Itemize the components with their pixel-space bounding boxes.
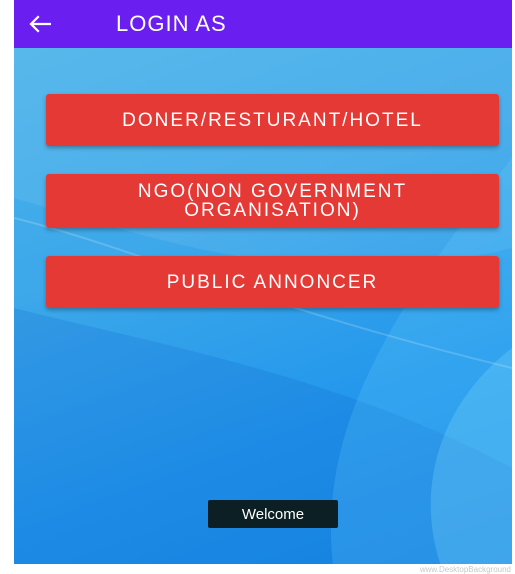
ngo-login-button[interactable]: NGO(NON GOVERNMENT ORGANISATION)	[46, 174, 499, 228]
back-button[interactable]	[14, 0, 66, 48]
phone-screen: LOGIN AS DONER/RESTURANT/HOTEL NGO(NON G…	[14, 0, 512, 574]
watermark-text: www.DesktopBackground	[419, 565, 511, 574]
page-title: LOGIN AS	[116, 11, 227, 36]
ngo-button-label: NGO(NON GOVERNMENT ORGANISATION)	[137, 181, 408, 221]
login-options-panel: DONER/RESTURANT/HOTEL NGO(NON GOVERNMENT…	[14, 48, 512, 574]
welcome-toast: Welcome	[208, 500, 338, 528]
app-bar: LOGIN AS	[14, 0, 512, 48]
public-announcer-login-button[interactable]: PUBLIC ANNONCER	[46, 256, 499, 308]
public-button-label: PUBLIC ANNONCER	[166, 271, 379, 293]
donor-button-label: DONER/RESTURANT/HOTEL	[122, 109, 423, 131]
donor-login-button[interactable]: DONER/RESTURANT/HOTEL	[46, 94, 499, 146]
toast-text: Welcome	[241, 505, 305, 523]
arrow-left-icon	[29, 15, 51, 33]
